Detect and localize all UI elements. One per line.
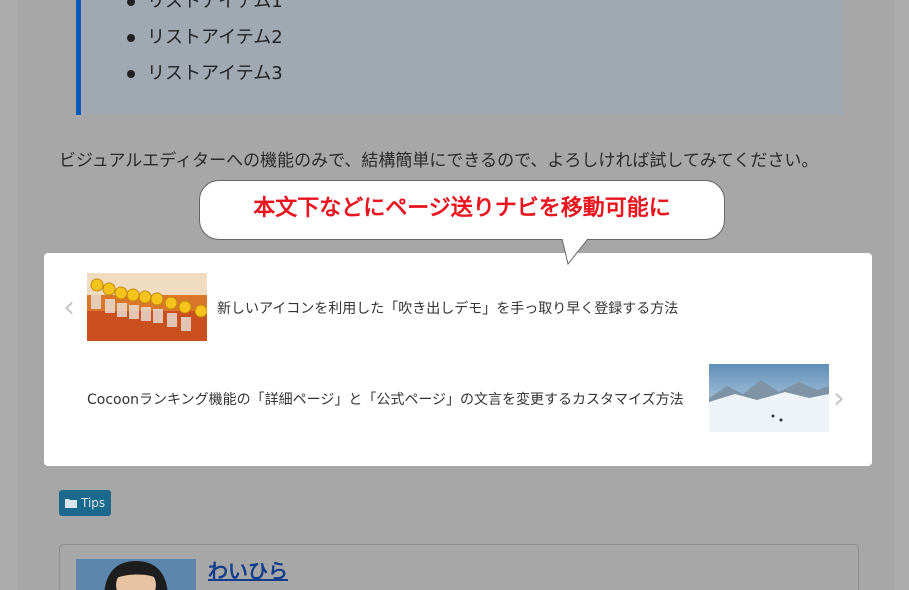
author-name-link[interactable]: わいひら <box>208 555 288 584</box>
callout-tail <box>561 238 589 266</box>
list-item: リストアイテム1 <box>127 0 283 20</box>
bullet-list: リストアイテム1 リストアイテム2 リストアイテム3 <box>127 0 283 92</box>
next-post-link[interactable]: Cocoonランキング機能の「詳細ページ」と「公式ページ」の文言を変更するカスタ… <box>44 364 872 432</box>
avatar <box>76 559 196 590</box>
next-post-thumbnail[interactable] <box>709 364 829 432</box>
chevron-right-icon: › <box>833 381 845 416</box>
prev-post-title[interactable]: 新しいアイコンを利用した「吹き出しデモ」を手っ取り早く登録する方法 <box>217 298 678 318</box>
prev-post-thumbnail[interactable] <box>87 273 207 341</box>
callout-text: 本文下などにページ送りナビを移動可能に <box>253 196 671 221</box>
folder-icon <box>65 499 77 508</box>
next-post-title[interactable]: Cocoonランキング機能の「詳細ページ」と「公式ページ」の文言を変更するカスタ… <box>87 389 684 409</box>
pager-navigation: ‹ 新しいアイコンを利用した「吹き出しデモ」を手っ取り早く登録する方法 Coco… <box>44 253 872 466</box>
list-block: リストアイテム1 リストアイテム2 リストアイテム3 <box>76 0 843 115</box>
body-paragraph: ビジュアルエディターへの機能のみで、結構簡単にできるので、よろしければ試してみて… <box>59 151 819 171</box>
category-tag-label: Tips <box>81 496 106 510</box>
callout-bubble: 本文下などにページ送りナビを移動可能に <box>199 180 725 240</box>
category-tag[interactable]: Tips <box>59 490 112 516</box>
chevron-left-icon: ‹ <box>63 290 75 325</box>
list-item: リストアイテム3 <box>127 56 283 92</box>
prev-post-link[interactable]: ‹ 新しいアイコンを利用した「吹き出しデモ」を手っ取り早く登録する方法 <box>44 273 872 341</box>
list-item: リストアイテム2 <box>127 20 283 56</box>
